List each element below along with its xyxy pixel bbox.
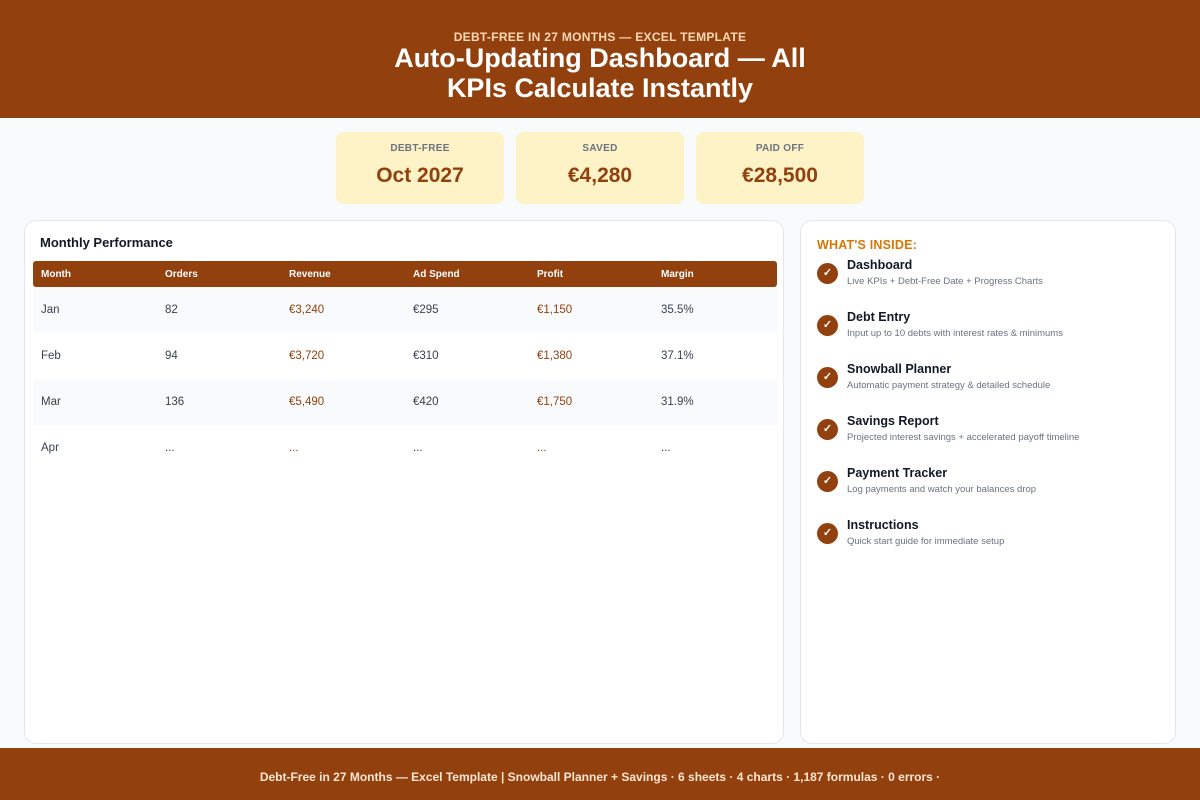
cell-profit: €1,150: [537, 304, 573, 316]
cell-month: Jan: [41, 304, 60, 316]
cell-month: Apr: [41, 442, 59, 454]
cell-month: Feb: [41, 350, 61, 362]
check-icon: ✓: [817, 367, 838, 388]
feature-description: Live KPIs + Debt-Free Date + Progress Ch…: [847, 276, 1043, 287]
cell-ad-spend: €310: [413, 350, 439, 362]
cell-ad-spend: ...: [413, 442, 423, 454]
feature-description: Projected interest savings + accelerated…: [847, 432, 1080, 443]
cell-revenue: €3,240: [289, 304, 325, 316]
cell-ad-spend: €420: [413, 396, 439, 408]
column-header-orders: Orders: [165, 268, 198, 280]
column-header-margin: Margin: [661, 268, 694, 280]
cell-orders: 94: [165, 350, 178, 362]
cell-revenue: ...: [289, 442, 299, 454]
feature-name: Savings Report: [847, 414, 939, 428]
feature-description: Input up to 10 debts with interest rates…: [847, 328, 1063, 339]
kpi-value: €4,280: [567, 164, 633, 187]
feature-name: Debt Entry: [847, 310, 911, 324]
cell-margin: 37.1%: [661, 350, 694, 362]
kpi-card-paid-off: PAID OFF €28,500: [696, 132, 864, 204]
table-row: Jan 82 €3,240 €295 €1,150 35.5%: [33, 287, 777, 333]
feature-name: Dashboard: [847, 258, 913, 272]
kpi-label: PAID OFF: [755, 143, 805, 154]
feature-description: Quick start guide for immediate setup: [847, 536, 1005, 547]
page-title: Auto-Updating Dashboard — All KPIs Calcu…: [394, 43, 806, 103]
kpi-card-debt-free: DEBT-FREE Oct 2027: [336, 132, 504, 204]
feature-name: Payment Tracker: [847, 466, 948, 480]
cell-profit: €1,750: [537, 396, 573, 408]
cell-revenue: €3,720: [289, 350, 325, 362]
feature-description: Log payments and watch your balances dro…: [847, 484, 1037, 495]
cell-revenue: €5,490: [289, 396, 325, 408]
kpi-label: SAVED: [582, 143, 618, 154]
table-row: Apr ... ... ... ... ...: [33, 425, 777, 471]
cell-ad-spend: €295: [413, 304, 439, 316]
footer-banner: Debt-Free in 27 Months — Excel Template …: [0, 748, 1200, 800]
whats-inside-panel: WHAT'S INSIDE: ✓ Dashboard Live KPIs + D…: [800, 220, 1176, 744]
check-icon: ✓: [817, 419, 838, 440]
feature-list: ✓ Dashboard Live KPIs + Debt-Free Date +…: [817, 257, 1161, 569]
monthly-performance-panel: Monthly Performance Month Orders Revenue…: [24, 220, 784, 744]
kpi-value: Oct 2027: [376, 164, 464, 187]
check-icon: ✓: [817, 263, 838, 284]
table-header: Month Orders Revenue Ad Spend Profit Mar…: [33, 261, 777, 287]
feature-name: Instructions: [847, 518, 919, 532]
kpi-value: €28,500: [742, 164, 818, 187]
cell-margin: ...: [661, 442, 671, 454]
panel-title: Monthly Performance: [40, 235, 173, 250]
cell-profit: ...: [537, 442, 547, 454]
cell-profit: €1,380: [537, 350, 573, 362]
kpi-card-saved: SAVED €4,280: [516, 132, 684, 204]
feature-item-instructions: ✓ Instructions Quick start guide for imm…: [817, 517, 1161, 569]
check-icon: ✓: [817, 523, 838, 544]
feature-item-snowball-planner: ✓ Snowball Planner Automatic payment str…: [817, 361, 1161, 413]
kpi-label: DEBT-FREE: [390, 143, 450, 154]
table-body: Jan 82 €3,240 €295 €1,150 35.5% Feb 94 €…: [33, 287, 777, 471]
cell-orders: 82: [165, 304, 178, 316]
header-eyebrow: DEBT-FREE IN 27 MONTHS — EXCEL TEMPLATE: [453, 30, 747, 44]
table-row: Mar 136 €5,490 €420 €1,750 31.9%: [33, 379, 777, 425]
feature-item-payment-tracker: ✓ Payment Tracker Log payments and watch…: [817, 465, 1161, 517]
feature-item-savings-report: ✓ Savings Report Projected interest savi…: [817, 413, 1161, 465]
footer-text: Debt-Free in 27 Months — Excel Template …: [259, 770, 941, 784]
cell-margin: 31.9%: [661, 396, 694, 408]
feature-item-dashboard: ✓ Dashboard Live KPIs + Debt-Free Date +…: [817, 257, 1161, 309]
cell-orders: ...: [165, 442, 175, 454]
column-header-revenue: Revenue: [289, 268, 331, 280]
feature-description: Automatic payment strategy & detailed sc…: [847, 380, 1051, 391]
cell-month: Mar: [41, 396, 61, 408]
check-icon: ✓: [817, 471, 838, 492]
check-icon: ✓: [817, 315, 838, 336]
cell-orders: 136: [165, 396, 185, 408]
feature-item-debt-entry: ✓ Debt Entry Input up to 10 debts with i…: [817, 309, 1161, 361]
column-header-month: Month: [41, 268, 71, 280]
feature-name: Snowball Planner: [847, 362, 952, 376]
panel-title: WHAT'S INSIDE:: [817, 238, 917, 252]
column-header-ad-spend: Ad Spend: [413, 268, 460, 280]
kpi-strip: DEBT-FREE Oct 2027 SAVED €4,280 PAID OFF…: [336, 132, 864, 204]
column-header-profit: Profit: [537, 268, 564, 280]
header-banner: DEBT-FREE IN 27 MONTHS — EXCEL TEMPLATE …: [0, 0, 1200, 118]
table-row: Feb 94 €3,720 €310 €1,380 37.1%: [33, 333, 777, 379]
cell-margin: 35.5%: [661, 304, 694, 316]
